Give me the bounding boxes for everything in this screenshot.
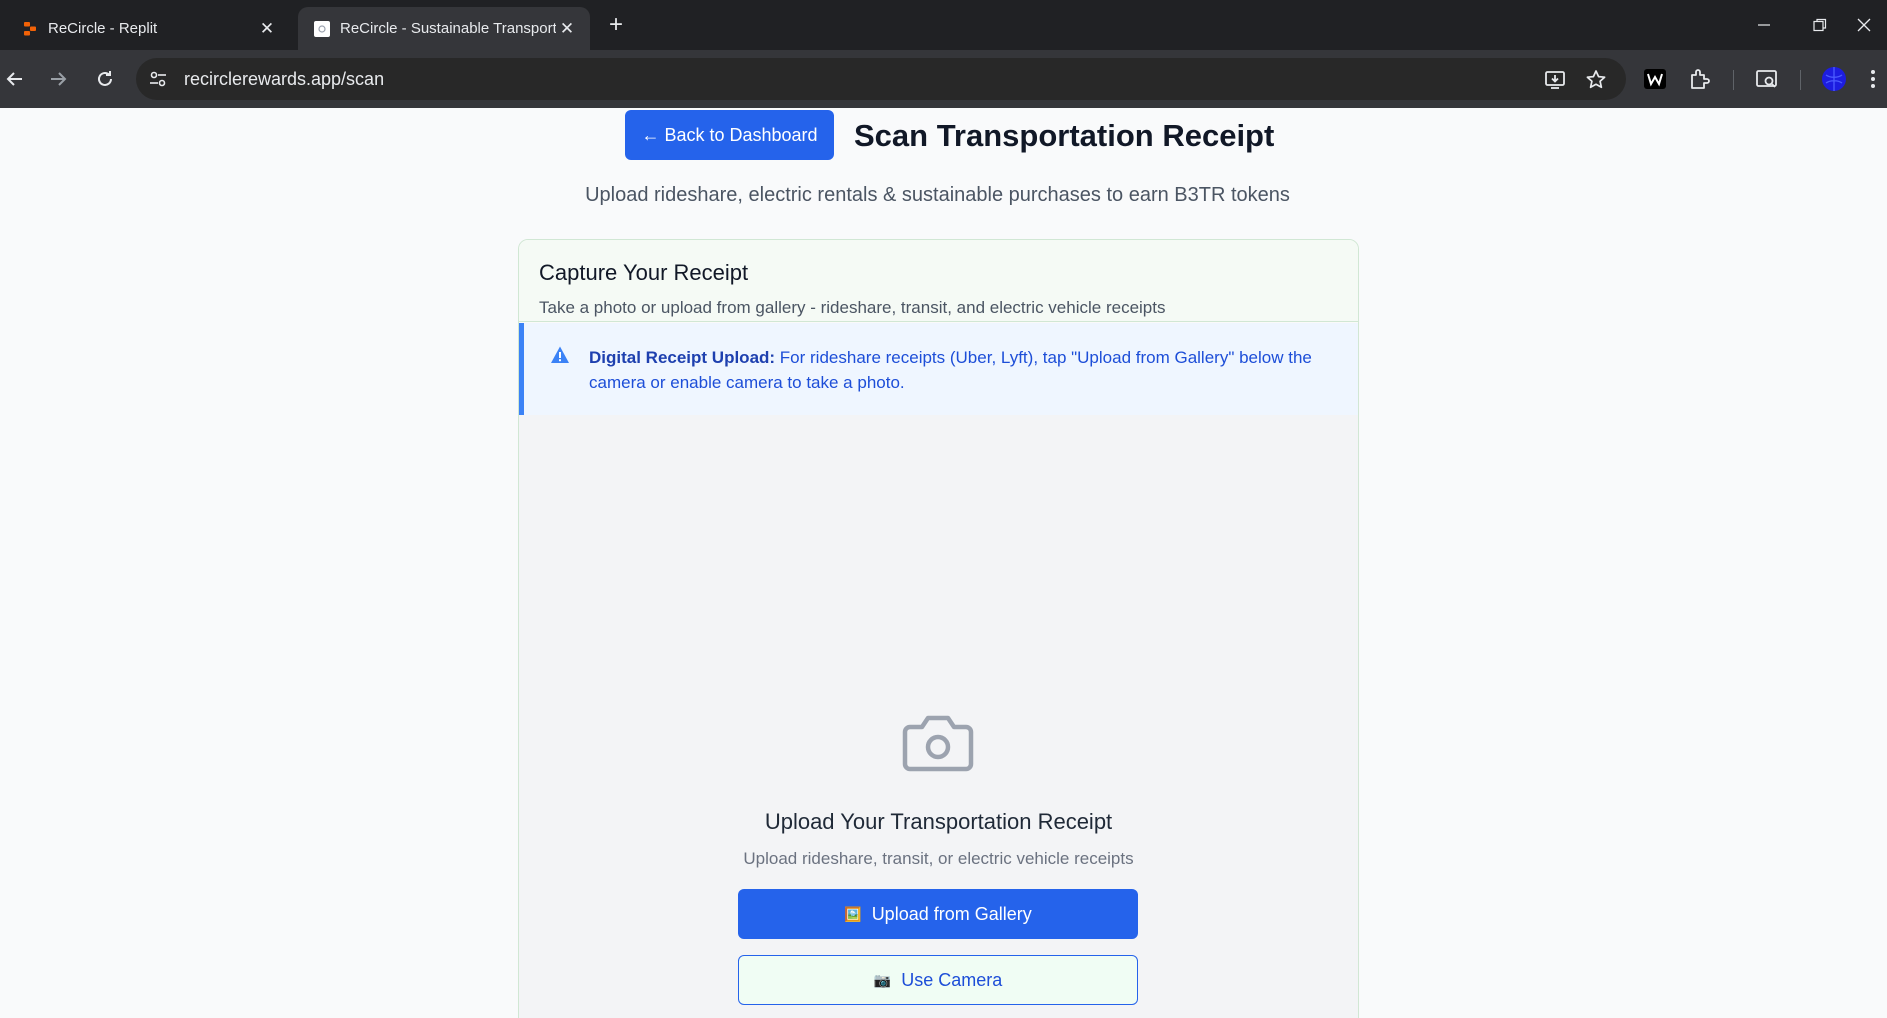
replit-icon	[24, 21, 36, 35]
extensions-puzzle-icon[interactable]	[1687, 66, 1713, 92]
wallet-extension-icon[interactable]	[1642, 66, 1668, 92]
card-description: Take a photo or upload from gallery - ri…	[539, 298, 1166, 317]
gallery-icon: 🖼️	[844, 905, 862, 922]
alert-message: Digital Receipt Upload: For rideshare re…	[589, 345, 1349, 395]
page-content: ← Back to Dashboard Scan Transportation …	[0, 108, 1887, 1018]
new-tab-button[interactable]: +	[601, 10, 631, 40]
url-text[interactable]: recirclerewards.app/scan	[184, 69, 384, 90]
back-to-dashboard-button[interactable]: ← Back to Dashboard	[625, 110, 834, 160]
close-window-icon[interactable]	[1841, 8, 1887, 42]
upload-from-gallery-button[interactable]: 🖼️ Upload from Gallery	[738, 889, 1138, 939]
dropzone-title: Upload Your Transportation Receipt	[764, 809, 1113, 834]
upload-dropzone[interactable]: Upload Your Transportation Receipt Uploa…	[519, 415, 1358, 1018]
gallery-button-label: Upload from Gallery	[871, 903, 1032, 924]
camera-button-label: Use Camera	[901, 969, 1003, 990]
profile-avatar-icon[interactable]	[1821, 66, 1847, 92]
card-title: Capture Your Receipt	[539, 260, 749, 285]
install-app-icon[interactable]	[1543, 68, 1567, 92]
bookmark-star-icon[interactable]	[1584, 68, 1608, 92]
recircle-favicon-icon	[314, 20, 330, 37]
capture-receipt-card: Capture Your Receipt Take a photo or upl…	[518, 239, 1359, 1018]
close-tab-icon[interactable]: ✕	[556, 18, 578, 40]
forward-arrow-icon[interactable]	[43, 64, 73, 94]
use-camera-button[interactable]: 📷 Use Camera	[738, 955, 1138, 1005]
browser-tab-bar: ReCircle - Replit ✕ ReCircle - Sustainab…	[0, 0, 1887, 50]
restore-icon[interactable]	[1797, 8, 1843, 42]
tab-title: ReCircle - Replit	[48, 20, 158, 37]
toolbar-divider	[1800, 70, 1801, 90]
tab-title: ReCircle - Sustainable Transport	[340, 20, 556, 37]
minimize-icon[interactable]	[1741, 8, 1787, 42]
alert-label: Digital Receipt Upload:	[589, 348, 776, 367]
warning-triangle-icon	[551, 346, 569, 363]
toolbar-divider	[1733, 70, 1734, 90]
close-tab-icon[interactable]: ✕	[256, 18, 278, 40]
dropzone-subtitle: Upload rideshare, transit, or electric v…	[743, 849, 1134, 868]
page-title: Scan Transportation Receipt	[854, 118, 1275, 153]
camera-icon	[902, 715, 974, 772]
tab-replit[interactable]: ReCircle - Replit ✕	[6, 7, 290, 50]
camera-small-icon: 📷	[873, 971, 892, 988]
site-settings-icon[interactable]	[148, 69, 168, 89]
card-header: Capture Your Receipt Take a photo or upl…	[519, 240, 1358, 322]
address-bar[interactable]: recirclerewards.app/scan	[136, 58, 1626, 100]
browser-toolbar: recirclerewards.app/scan	[0, 50, 1887, 108]
page-subtitle: Upload rideshare, electric rentals & sus…	[585, 184, 1290, 206]
tab-search-icon[interactable]	[1754, 66, 1780, 92]
browser-menu-icon[interactable]	[1868, 66, 1887, 92]
reload-icon[interactable]	[90, 64, 120, 94]
tab-recircle[interactable]: ReCircle - Sustainable Transport ✕	[298, 7, 590, 50]
back-arrow-icon[interactable]	[0, 64, 30, 94]
digital-receipt-alert: Digital Receipt Upload: For rideshare re…	[519, 323, 1358, 415]
